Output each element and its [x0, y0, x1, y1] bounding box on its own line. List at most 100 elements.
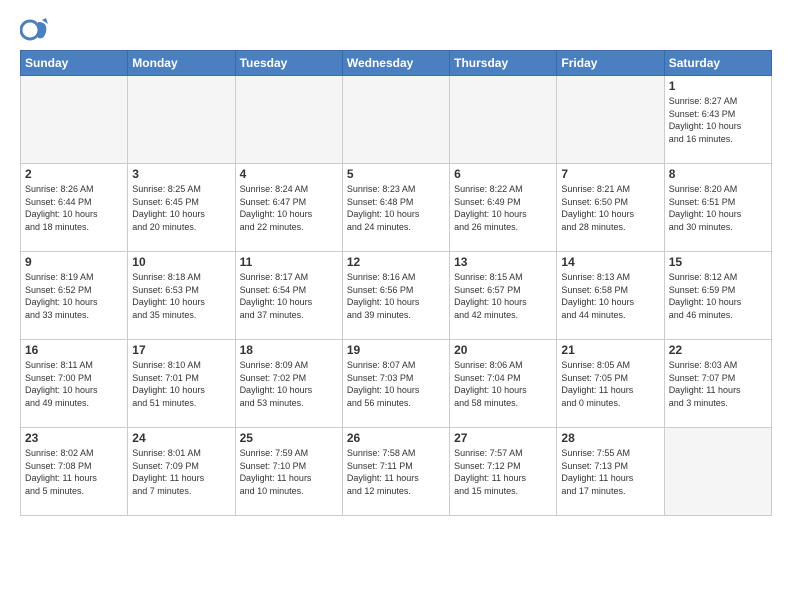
day-number: 14 — [561, 255, 659, 269]
day-cell: 28 Sunrise: 7:55 AM Sunset: 7:13 PM Dayli… — [557, 428, 664, 516]
day-cell — [557, 76, 664, 164]
day-cell: 4 Sunrise: 8:24 AM Sunset: 6:47 PM Daylig… — [235, 164, 342, 252]
day-number: 12 — [347, 255, 445, 269]
weekday-header-friday: Friday — [557, 51, 664, 76]
day-number: 18 — [240, 343, 338, 357]
day-number: 4 — [240, 167, 338, 181]
weekday-header-row: SundayMondayTuesdayWednesdayThursdayFrid… — [21, 51, 772, 76]
weekday-header-thursday: Thursday — [450, 51, 557, 76]
day-info: Sunrise: 8:27 AM Sunset: 6:43 PM Dayligh… — [669, 95, 767, 145]
day-cell: 21Sunrise: 8:05 AM Sunset: 7:05 PM Dayli… — [557, 340, 664, 428]
week-row-1: 1 Sunrise: 8:27 AM Sunset: 6:43 PM Daylig… — [21, 76, 772, 164]
weekday-header-saturday: Saturday — [664, 51, 771, 76]
day-info: Sunrise: 8:24 AM Sunset: 6:47 PM Dayligh… — [240, 183, 338, 233]
day-cell — [342, 76, 449, 164]
day-number: 23 — [25, 431, 123, 445]
day-cell: 25 Sunrise: 7:59 AM Sunset: 7:10 PM Dayli… — [235, 428, 342, 516]
weekday-header-monday: Monday — [128, 51, 235, 76]
day-cell — [21, 76, 128, 164]
day-number: 8 — [669, 167, 767, 181]
day-number: 20 — [454, 343, 552, 357]
day-info: Sunrise: 7:59 AM Sunset: 7:10 PM Dayligh… — [240, 447, 338, 497]
day-cell: 26 Sunrise: 7:58 AM Sunset: 7:11 PM Dayli… — [342, 428, 449, 516]
calendar: SundayMondayTuesdayWednesdayThursdayFrid… — [20, 50, 772, 516]
day-cell: 3Sunrise: 8:25 AM Sunset: 6:45 PM Daylig… — [128, 164, 235, 252]
weekday-header-tuesday: Tuesday — [235, 51, 342, 76]
day-info: Sunrise: 7:55 AM Sunset: 7:13 PM Dayligh… — [561, 447, 659, 497]
day-number: 11 — [240, 255, 338, 269]
day-cell — [450, 76, 557, 164]
day-cell: 15 Sunrise: 8:12 AM Sunset: 6:59 PM Dayli… — [664, 252, 771, 340]
weekday-header-sunday: Sunday — [21, 51, 128, 76]
day-number: 25 — [240, 431, 338, 445]
day-cell: 5 Sunrise: 8:23 AM Sunset: 6:48 PM Daylig… — [342, 164, 449, 252]
day-cell: 6 Sunrise: 8:22 AM Sunset: 6:49 PM Daylig… — [450, 164, 557, 252]
day-cell: 13Sunrise: 8:15 AM Sunset: 6:57 PM Dayli… — [450, 252, 557, 340]
day-info: Sunrise: 8:01 AM Sunset: 7:09 PM Dayligh… — [132, 447, 230, 497]
day-cell: 7 Sunrise: 8:21 AM Sunset: 6:50 PM Daylig… — [557, 164, 664, 252]
day-cell: 27Sunrise: 7:57 AM Sunset: 7:12 PM Dayli… — [450, 428, 557, 516]
day-cell: 18 Sunrise: 8:09 AM Sunset: 7:02 PM Dayli… — [235, 340, 342, 428]
day-cell — [235, 76, 342, 164]
day-info: Sunrise: 8:10 AM Sunset: 7:01 PM Dayligh… — [132, 359, 230, 409]
day-number: 15 — [669, 255, 767, 269]
day-info: Sunrise: 8:23 AM Sunset: 6:48 PM Dayligh… — [347, 183, 445, 233]
day-cell: 22 Sunrise: 8:03 AM Sunset: 7:07 PM Dayli… — [664, 340, 771, 428]
day-info: Sunrise: 8:19 AM Sunset: 6:52 PM Dayligh… — [25, 271, 123, 321]
day-number: 26 — [347, 431, 445, 445]
day-info: Sunrise: 8:09 AM Sunset: 7:02 PM Dayligh… — [240, 359, 338, 409]
day-cell: 19 Sunrise: 8:07 AM Sunset: 7:03 PM Dayli… — [342, 340, 449, 428]
day-info: Sunrise: 8:11 AM Sunset: 7:00 PM Dayligh… — [25, 359, 123, 409]
day-info: Sunrise: 8:20 AM Sunset: 6:51 PM Dayligh… — [669, 183, 767, 233]
day-number: 2 — [25, 167, 123, 181]
day-info: Sunrise: 8:22 AM Sunset: 6:49 PM Dayligh… — [454, 183, 552, 233]
day-cell: 14Sunrise: 8:13 AM Sunset: 6:58 PM Dayli… — [557, 252, 664, 340]
day-info: Sunrise: 8:02 AM Sunset: 7:08 PM Dayligh… — [25, 447, 123, 497]
day-cell: 24 Sunrise: 8:01 AM Sunset: 7:09 PM Dayli… — [128, 428, 235, 516]
day-cell: 16 Sunrise: 8:11 AM Sunset: 7:00 PM Dayli… — [21, 340, 128, 428]
day-number: 16 — [25, 343, 123, 357]
weekday-header-wednesday: Wednesday — [342, 51, 449, 76]
day-cell: 12 Sunrise: 8:16 AM Sunset: 6:56 PM Dayli… — [342, 252, 449, 340]
day-info: Sunrise: 8:25 AM Sunset: 6:45 PM Dayligh… — [132, 183, 230, 233]
day-number: 24 — [132, 431, 230, 445]
day-cell: 23 Sunrise: 8:02 AM Sunset: 7:08 PM Dayli… — [21, 428, 128, 516]
day-number: 19 — [347, 343, 445, 357]
day-cell: 8 Sunrise: 8:20 AM Sunset: 6:51 PM Daylig… — [664, 164, 771, 252]
day-info: Sunrise: 8:18 AM Sunset: 6:53 PM Dayligh… — [132, 271, 230, 321]
day-number: 27 — [454, 431, 552, 445]
day-cell: 9 Sunrise: 8:19 AM Sunset: 6:52 PM Daylig… — [21, 252, 128, 340]
day-info: Sunrise: 8:21 AM Sunset: 6:50 PM Dayligh… — [561, 183, 659, 233]
day-cell: 2 Sunrise: 8:26 AM Sunset: 6:44 PM Daylig… — [21, 164, 128, 252]
day-number: 22 — [669, 343, 767, 357]
day-info: Sunrise: 8:26 AM Sunset: 6:44 PM Dayligh… — [25, 183, 123, 233]
day-number: 10 — [132, 255, 230, 269]
week-row-5: 23 Sunrise: 8:02 AM Sunset: 7:08 PM Dayli… — [21, 428, 772, 516]
logo-icon — [20, 16, 48, 44]
logo — [20, 16, 52, 44]
day-info: Sunrise: 8:05 AM Sunset: 7:05 PM Dayligh… — [561, 359, 659, 409]
day-number: 28 — [561, 431, 659, 445]
day-cell: 20Sunrise: 8:06 AM Sunset: 7:04 PM Dayli… — [450, 340, 557, 428]
day-number: 6 — [454, 167, 552, 181]
day-number: 17 — [132, 343, 230, 357]
day-number: 9 — [25, 255, 123, 269]
day-info: Sunrise: 8:12 AM Sunset: 6:59 PM Dayligh… — [669, 271, 767, 321]
day-info: Sunrise: 8:16 AM Sunset: 6:56 PM Dayligh… — [347, 271, 445, 321]
day-info: Sunrise: 8:03 AM Sunset: 7:07 PM Dayligh… — [669, 359, 767, 409]
day-number: 13 — [454, 255, 552, 269]
week-row-4: 16 Sunrise: 8:11 AM Sunset: 7:00 PM Dayli… — [21, 340, 772, 428]
week-row-3: 9 Sunrise: 8:19 AM Sunset: 6:52 PM Daylig… — [21, 252, 772, 340]
week-row-2: 2 Sunrise: 8:26 AM Sunset: 6:44 PM Daylig… — [21, 164, 772, 252]
day-cell: 11 Sunrise: 8:17 AM Sunset: 6:54 PM Dayli… — [235, 252, 342, 340]
day-info: Sunrise: 7:58 AM Sunset: 7:11 PM Dayligh… — [347, 447, 445, 497]
day-cell: 1 Sunrise: 8:27 AM Sunset: 6:43 PM Daylig… — [664, 76, 771, 164]
day-number: 5 — [347, 167, 445, 181]
day-info: Sunrise: 8:07 AM Sunset: 7:03 PM Dayligh… — [347, 359, 445, 409]
header — [20, 16, 772, 44]
day-cell — [128, 76, 235, 164]
day-number: 1 — [669, 79, 767, 93]
day-info: Sunrise: 8:17 AM Sunset: 6:54 PM Dayligh… — [240, 271, 338, 321]
day-number: 7 — [561, 167, 659, 181]
day-cell: 10 Sunrise: 8:18 AM Sunset: 6:53 PM Dayli… — [128, 252, 235, 340]
